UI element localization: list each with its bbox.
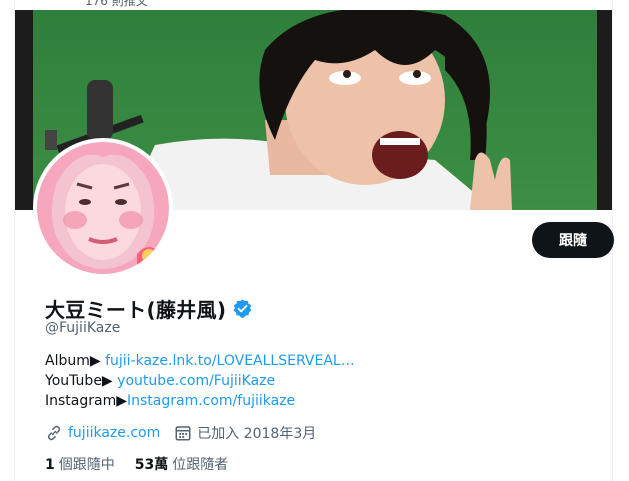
profile-name-row: 大豆ミート(藤井風) bbox=[45, 294, 253, 323]
bio-line-album: Album▶ fujii-kaze.lnk.to/LOVEALLSERVEAL… bbox=[45, 351, 355, 371]
followers-count: 53萬 bbox=[134, 457, 169, 473]
display-name: 大豆ミート(藤井風) bbox=[45, 298, 227, 322]
joined-date: 已加入 2018年3月 bbox=[197, 426, 317, 442]
profile-bio: Album▶ fujii-kaze.lnk.to/LOVEALLSERVEAL…… bbox=[45, 351, 355, 411]
album-link[interactable]: fujii-kaze.lnk.to/LOVEALLSERVEAL… bbox=[105, 353, 355, 369]
bio-line-instagram: Instagram▶Instagram.com/fujiikaze bbox=[45, 391, 355, 411]
profile-meta: fujiikaze.com 已加入 2018年3月 bbox=[45, 423, 316, 443]
following-stat[interactable]: 1 個跟隨中 bbox=[45, 454, 115, 474]
profile-panel: 176 則推文 跟隨 大豆ミート(藤井風) @FujiiKaze Album▶ … bbox=[14, 0, 614, 481]
avatar[interactable] bbox=[33, 138, 173, 278]
avatar-image bbox=[37, 142, 169, 274]
website-item: fujiikaze.com bbox=[45, 424, 160, 442]
website-link[interactable]: fujiikaze.com bbox=[68, 425, 160, 441]
profile-handle: @FujiiKaze bbox=[45, 320, 121, 336]
calendar-icon bbox=[174, 424, 192, 442]
joined-item: 已加入 2018年3月 bbox=[174, 423, 316, 443]
verified-badge-icon[interactable] bbox=[232, 298, 253, 319]
followers-label: 位跟隨者 bbox=[172, 457, 229, 473]
followers-stat[interactable]: 53萬 位跟隨者 bbox=[135, 454, 228, 474]
bio-label: Instagram▶ bbox=[45, 393, 127, 409]
bio-label: YouTube▶ bbox=[45, 373, 118, 389]
tweet-count: 176 則推文 bbox=[85, 0, 148, 8]
following-label: 個跟隨中 bbox=[58, 457, 115, 473]
bio-label: Album▶ bbox=[45, 353, 106, 369]
instagram-link[interactable]: Instagram.com/fujiikaze bbox=[127, 393, 295, 409]
bio-line-youtube: YouTube▶ youtube.com/FujiiKaze bbox=[45, 371, 355, 391]
profile-stats: 1 個跟隨中 53萬 位跟隨者 bbox=[45, 454, 228, 474]
following-count: 1 bbox=[45, 457, 55, 473]
link-icon bbox=[45, 424, 63, 442]
follow-button[interactable]: 跟隨 bbox=[532, 222, 614, 258]
youtube-link[interactable]: youtube.com/FujiiKaze bbox=[117, 373, 275, 389]
